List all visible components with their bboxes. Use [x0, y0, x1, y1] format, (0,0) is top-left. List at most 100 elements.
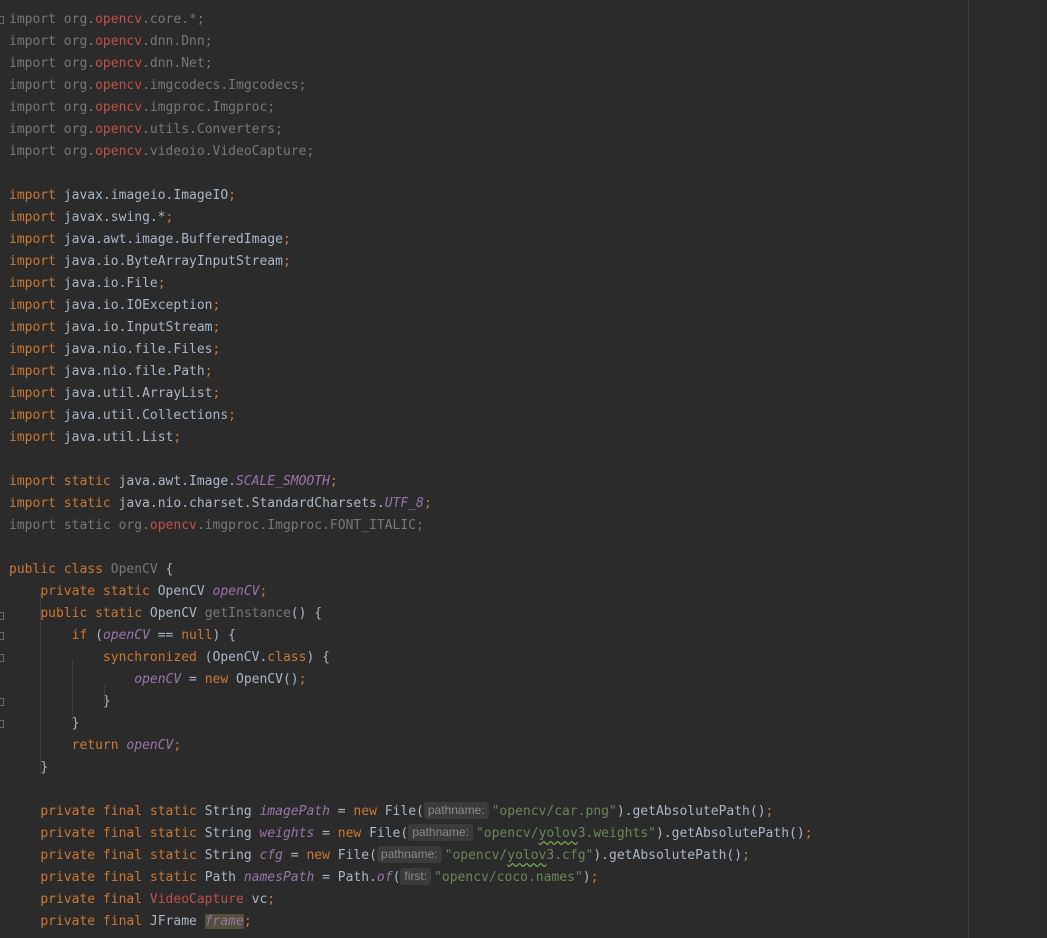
- code-token: import: [9, 122, 64, 137]
- code-line[interactable]: import java.util.Collections;: [9, 405, 236, 427]
- code-line[interactable]: private final static Path namesPath = Pa…: [9, 867, 598, 889]
- code-token: import: [9, 320, 64, 335]
- code-token: import: [9, 100, 64, 115]
- fold-marker-icon[interactable]: [0, 654, 4, 662]
- code-token: import: [9, 364, 64, 379]
- code-line[interactable]: import static org.opencv.imgproc.Imgproc…: [9, 515, 424, 537]
- code-line[interactable]: import java.util.List;: [9, 427, 181, 449]
- indent-guide: [40, 593, 41, 773]
- code-token: import static: [9, 496, 119, 511]
- code-line[interactable]: import org.opencv.videoio.VideoCapture;: [9, 141, 314, 163]
- code-token: import: [9, 78, 64, 93]
- code-line[interactable]: import static java.nio.charset.StandardC…: [9, 493, 432, 515]
- code-token: org.: [63, 144, 96, 159]
- code-line[interactable]: import org.opencv.imgproc.Imgproc;: [9, 97, 275, 119]
- fold-marker-icon[interactable]: [0, 16, 4, 24]
- code-line[interactable]: import java.io.File;: [9, 273, 166, 295]
- code-token: (OpenCV.: [204, 650, 268, 665]
- code-token: private final static: [40, 826, 205, 841]
- code-line[interactable]: }: [9, 713, 80, 735]
- code-token: ;: [212, 298, 221, 313]
- code-line[interactable]: import java.nio.file.Path;: [9, 361, 213, 383]
- code-token: ;: [173, 738, 182, 753]
- fold-marker-icon[interactable]: [0, 612, 4, 620]
- code-token: OpenCV: [110, 562, 158, 577]
- code-line[interactable]: import javax.swing.*;: [9, 207, 173, 229]
- code-line[interactable]: if (openCV == null) {: [9, 625, 236, 647]
- code-line[interactable]: import javax.imageio.ImageIO;: [9, 185, 236, 207]
- code-token: opencv: [149, 518, 197, 533]
- code-line[interactable]: openCV = new OpenCV();: [9, 669, 306, 691]
- code-line[interactable]: import org.opencv.imgcodecs.Imgcodecs;: [9, 75, 306, 97]
- code-token: opencv: [95, 122, 143, 137]
- code-line[interactable]: import org.opencv.core.*;: [9, 9, 205, 31]
- code-token: UTF_8: [384, 496, 424, 511]
- code-token: new: [337, 826, 370, 841]
- code-token: java.nio.charset.StandardCharsets.: [118, 496, 385, 511]
- code-line[interactable]: import java.io.InputStream;: [9, 317, 220, 339]
- code-line[interactable]: private static OpenCV openCV;: [9, 581, 267, 603]
- code-token: ;: [298, 672, 307, 687]
- code-token: import: [9, 408, 64, 423]
- fold-marker-icon[interactable]: [0, 720, 4, 728]
- code-token: ;: [212, 320, 221, 335]
- code-line[interactable]: private final static String weights = ne…: [9, 823, 813, 845]
- code-token: ): [582, 870, 591, 885]
- code-token: yolov: [507, 848, 547, 863]
- code-line[interactable]: import java.io.IOException;: [9, 295, 220, 317]
- code-line[interactable]: return openCV;: [9, 735, 182, 757]
- code-token: import: [9, 210, 64, 225]
- code-token: import static: [9, 518, 119, 533]
- code-token: openCV: [134, 672, 182, 687]
- code-line[interactable]: }: [9, 757, 48, 779]
- code-token: import: [9, 386, 64, 401]
- code-editor[interactable]: import org.opencv.core.*; import org.open…: [0, 0, 1047, 938]
- code-token: import: [9, 430, 64, 445]
- code-token: opencv: [95, 56, 143, 71]
- code-line[interactable]: public static OpenCV getInstance() {: [9, 603, 322, 625]
- code-line[interactable]: import static java.awt.Image.SCALE_SMOOT…: [9, 471, 338, 493]
- code-token: org.: [63, 12, 96, 27]
- code-token: ;: [157, 276, 166, 291]
- code-line[interactable]: synchronized (OpenCV.class) {: [9, 647, 330, 669]
- code-token: }: [40, 760, 49, 775]
- code-token: ).getAbsolutePath(): [616, 804, 766, 819]
- code-token: ;: [173, 430, 182, 445]
- code-line[interactable]: import java.io.ByteArrayInputStream;: [9, 251, 291, 273]
- code-token: ;: [329, 474, 338, 489]
- code-token: =: [282, 848, 307, 863]
- code-token: new: [204, 672, 236, 687]
- code-line[interactable]: private final VideoCapture vc;: [9, 889, 275, 911]
- code-token: {: [157, 562, 174, 577]
- code-line[interactable]: public class OpenCV {: [9, 559, 173, 581]
- code-token: ;: [228, 408, 236, 423]
- code-line[interactable]: private final static String cfg = new Fi…: [9, 845, 750, 867]
- code-token: openCV: [102, 628, 150, 643]
- code-token: org.: [118, 518, 150, 533]
- code-token: new: [306, 848, 338, 863]
- code-line[interactable]: import java.nio.file.Files;: [9, 339, 220, 361]
- code-line[interactable]: import java.awt.image.BufferedImage;: [9, 229, 291, 251]
- code-line[interactable]: import org.opencv.utils.Converters;: [9, 119, 283, 141]
- fold-marker-icon[interactable]: [0, 698, 4, 706]
- code-token: ;: [282, 232, 291, 247]
- fold-marker-icon[interactable]: [0, 632, 4, 640]
- code-line[interactable]: import java.util.ArrayList;: [9, 383, 220, 405]
- code-line[interactable]: private final JFrame frame;: [9, 911, 252, 933]
- indent-guide: [72, 659, 73, 721]
- code-token: public class: [9, 562, 111, 577]
- code-line[interactable]: }: [9, 691, 111, 713]
- code-line[interactable]: private final static String imagePath = …: [9, 801, 773, 823]
- code-token: cfg: [259, 848, 283, 863]
- parameter-hint: first:: [400, 868, 432, 885]
- code-token: openCV: [126, 738, 174, 753]
- code-token: opencv: [95, 144, 143, 159]
- code-line[interactable]: import org.opencv.dnn.Net;: [9, 53, 213, 75]
- code-line[interactable]: import org.opencv.dnn.Dnn;: [9, 31, 213, 53]
- code-token: "opencv/: [475, 826, 539, 841]
- code-token: java.io.File: [63, 276, 158, 291]
- code-token: =: [181, 672, 205, 687]
- code-token: private final static: [40, 870, 205, 885]
- code-token: File(: [337, 848, 377, 863]
